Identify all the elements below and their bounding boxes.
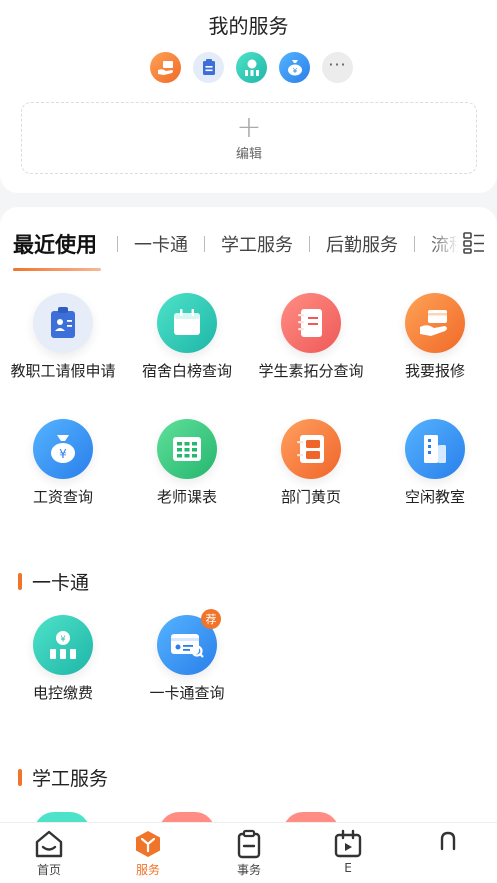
bottom-navigation: 首页 服务 事务 E bbox=[0, 822, 497, 883]
app-electricity-payment[interactable]: ¥ 电控缴费 bbox=[1, 615, 125, 703]
app-free-classroom[interactable]: 空闲教室 bbox=[373, 419, 497, 507]
home-icon bbox=[35, 830, 63, 858]
card-search-icon: 荐 bbox=[157, 609, 221, 675]
my-services-card: 我的服务 ¥ ··· + 编辑 bbox=[0, 0, 497, 193]
app-repair[interactable]: 我要报修 bbox=[373, 293, 497, 381]
tab-recent[interactable]: 最近使用 bbox=[13, 229, 97, 259]
nav-affairs[interactable]: 事务 bbox=[219, 829, 279, 878]
yellow-pages-icon bbox=[281, 419, 341, 479]
timetable-icon bbox=[157, 419, 217, 479]
clipboard-icon bbox=[237, 829, 261, 859]
tab-divider bbox=[414, 236, 415, 252]
page-title: 我的服务 bbox=[208, 14, 289, 38]
svg-text:¥: ¥ bbox=[292, 67, 297, 75]
recommend-badge: 荐 bbox=[201, 609, 221, 629]
tab-divider bbox=[309, 236, 310, 252]
building-icon bbox=[405, 419, 465, 479]
nav-profile[interactable] bbox=[418, 829, 478, 861]
app-yellow-pages[interactable]: 部门黄页 bbox=[249, 419, 373, 507]
app-student-quality[interactable]: 学生素拓分查询 bbox=[249, 293, 373, 381]
services-panel: 最近使用 一卡通 学工服务 后勤服务 流程 教职工请假申请 宿舍白榜查询 bbox=[0, 207, 497, 883]
app-label: 教职工请假申请 bbox=[10, 362, 116, 380]
app-teacher-leave[interactable]: 教职工请假申请 bbox=[1, 293, 125, 381]
edit-label: 编辑 bbox=[235, 146, 262, 162]
edit-favorites-button[interactable]: + 编辑 bbox=[21, 102, 477, 174]
svg-text:¥: ¥ bbox=[59, 447, 67, 461]
power-meter-icon[interactable] bbox=[236, 52, 267, 83]
favorite-services-row: ¥ ··· bbox=[150, 52, 353, 83]
user-icon bbox=[440, 831, 456, 851]
category-tabs: 最近使用 一卡通 学工服务 后勤服务 流程 bbox=[0, 229, 497, 271]
app-label: 学生素拓分查询 bbox=[258, 362, 364, 380]
tab-campus-card[interactable]: 一卡通 bbox=[134, 231, 188, 257]
app-label: 我要报修 bbox=[404, 362, 465, 380]
nav-calendar[interactable]: E bbox=[318, 829, 378, 875]
tab-student-affairs[interactable]: 学工服务 bbox=[221, 231, 293, 257]
section-marker bbox=[18, 769, 22, 786]
calendar-list-icon bbox=[157, 293, 217, 353]
grid-menu-icon[interactable] bbox=[463, 232, 485, 254]
notebook-icon bbox=[281, 293, 341, 353]
tab-divider bbox=[117, 236, 118, 252]
app-dorm-list[interactable]: 宿舍白榜查询 bbox=[125, 293, 249, 381]
app-label: 电控缴费 bbox=[32, 684, 93, 702]
money-bag-icon[interactable]: ¥ bbox=[279, 52, 310, 83]
leave-badge-icon bbox=[33, 293, 93, 353]
app-teacher-timetable[interactable]: 老师课表 bbox=[125, 419, 249, 507]
app-label: 部门黄页 bbox=[280, 488, 341, 506]
leave-badge-icon[interactable] bbox=[193, 52, 224, 83]
more-icon[interactable]: ··· bbox=[322, 52, 353, 83]
power-meter-icon: ¥ bbox=[33, 615, 93, 675]
svg-text:¥: ¥ bbox=[60, 635, 65, 644]
section-title-campus-card: 一卡通 bbox=[18, 568, 89, 595]
app-label: 宿舍白榜查询 bbox=[141, 362, 232, 380]
app-label: 空闲教室 bbox=[404, 488, 465, 506]
section-marker bbox=[18, 573, 22, 590]
hand-card-icon bbox=[405, 293, 465, 353]
tab-divider bbox=[204, 236, 205, 252]
app-label: 老师课表 bbox=[156, 488, 217, 506]
active-tab-indicator bbox=[13, 268, 101, 271]
section-title-student-affairs: 学工服务 bbox=[18, 764, 108, 791]
tab-fade bbox=[427, 229, 497, 265]
tab-logistics[interactable]: 后勤服务 bbox=[326, 231, 398, 257]
calendar-icon bbox=[334, 829, 362, 858]
nav-services[interactable]: 服务 bbox=[118, 829, 178, 878]
app-label: 一卡通查询 bbox=[149, 684, 225, 702]
plus-icon: + bbox=[236, 109, 262, 145]
app-salary[interactable]: ¥ 工资查询 bbox=[1, 419, 125, 507]
hand-card-icon[interactable] bbox=[150, 52, 181, 83]
money-bag-icon: ¥ bbox=[33, 419, 93, 479]
nav-home[interactable]: 首页 bbox=[19, 829, 79, 878]
cube-icon bbox=[136, 831, 160, 857]
app-campus-card-query[interactable]: 荐 一卡通查询 bbox=[125, 609, 249, 703]
app-label: 工资查询 bbox=[32, 488, 93, 506]
